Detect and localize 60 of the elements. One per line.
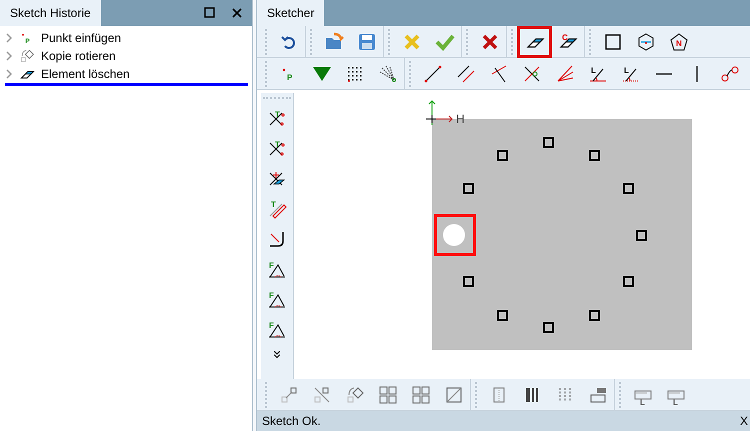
status-mark: X bbox=[740, 413, 748, 430]
history-label: Punkt einfügen bbox=[41, 30, 122, 47]
circles-icon bbox=[720, 64, 740, 84]
point-marker bbox=[543, 322, 554, 333]
square-icon bbox=[602, 32, 622, 52]
toolbar-button[interactable]: L bbox=[581, 58, 614, 88]
cross-icon bbox=[522, 64, 542, 84]
array-icon bbox=[410, 384, 430, 404]
toolbar-button[interactable] bbox=[518, 26, 551, 56]
toolbar-button[interactable]: T bbox=[262, 194, 292, 224]
status-text: Sketch Ok. bbox=[262, 413, 321, 430]
hline-icon bbox=[656, 72, 672, 74]
save-icon bbox=[356, 32, 376, 52]
hexagon-icon bbox=[636, 32, 656, 52]
toolbar-button[interactable]: T bbox=[262, 134, 292, 164]
history-item[interactable]: Kopie rotieren bbox=[5, 47, 248, 65]
point-marker bbox=[497, 150, 508, 161]
toolbar-button[interactable]: F bbox=[262, 314, 292, 344]
history-label: Kopie rotieren bbox=[41, 48, 116, 65]
point-marker bbox=[463, 183, 474, 194]
scale-icon bbox=[444, 384, 464, 404]
toolbar-button[interactable]: L bbox=[626, 380, 659, 410]
history-item[interactable]: Element löschen bbox=[5, 65, 248, 86]
point-marker bbox=[623, 183, 634, 194]
coordinate-axes-icon bbox=[426, 99, 454, 127]
move-icon bbox=[278, 384, 298, 404]
toolbar-button[interactable]: L bbox=[659, 380, 692, 410]
sketcher-tab[interactable]: Sketcher bbox=[257, 0, 324, 26]
history-label: Element löschen bbox=[41, 66, 130, 83]
point-marker bbox=[463, 276, 474, 287]
line-icon bbox=[422, 64, 442, 84]
toolbar-button[interactable]: F bbox=[262, 284, 292, 314]
toolbar-button[interactable]: T bbox=[262, 104, 292, 134]
toolbar-button[interactable]: F bbox=[262, 254, 292, 284]
close-icon[interactable] bbox=[232, 8, 242, 18]
parallel-icon bbox=[456, 64, 476, 84]
fillet-icon bbox=[267, 229, 287, 249]
panel-tab[interactable]: Sketch Historie bbox=[0, 0, 101, 26]
vline-icon bbox=[696, 66, 698, 82]
fan-icon bbox=[378, 64, 398, 84]
point-marker bbox=[623, 276, 634, 287]
point-marker bbox=[497, 310, 508, 321]
toolbar-button[interactable]: L bbox=[614, 58, 647, 88]
toolbar-button[interactable]: P bbox=[272, 58, 305, 88]
folder-icon bbox=[324, 32, 344, 52]
rays-icon bbox=[554, 64, 574, 84]
point-marker bbox=[636, 230, 647, 241]
mirror-icon bbox=[312, 384, 332, 404]
x-icon bbox=[402, 32, 422, 52]
rotate-icon bbox=[344, 384, 364, 404]
pentagon-icon: N bbox=[668, 32, 688, 52]
point-marker bbox=[543, 137, 554, 148]
axis-label: H bbox=[456, 113, 465, 125]
toolbar-button[interactable]: C bbox=[551, 26, 584, 56]
point-marker bbox=[589, 150, 600, 161]
array-icon bbox=[378, 384, 398, 404]
point-marker bbox=[589, 310, 600, 321]
maximize-icon[interactable] bbox=[204, 7, 216, 18]
rotate-icon bbox=[19, 48, 35, 64]
toolbar-button[interactable]: N bbox=[662, 26, 695, 56]
